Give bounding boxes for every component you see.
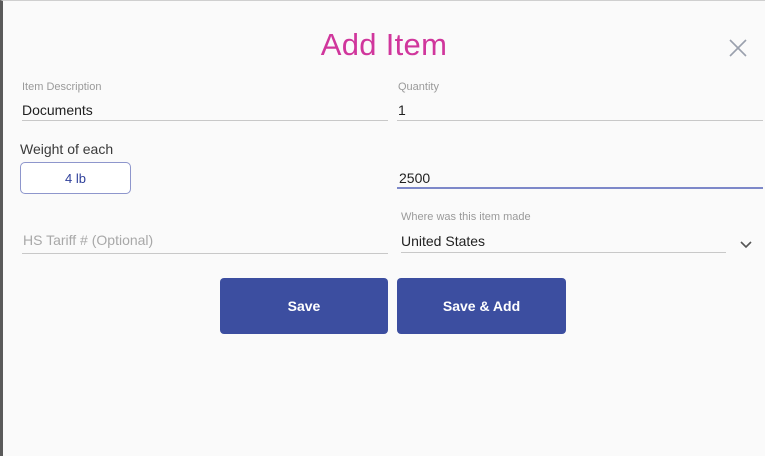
quantity-input[interactable]: 1	[398, 102, 406, 118]
quantity-label: Quantity	[398, 81, 439, 93]
dialog-title: Add Item	[320, 27, 448, 62]
origin-select[interactable]: United States	[401, 233, 485, 249]
weight-label: Weight of each	[20, 141, 114, 157]
hs-tariff-input[interactable]: HS Tariff # (Optional)	[23, 232, 153, 248]
add-item-dialog: Add Item Item Description Documents Quan…	[0, 0, 765, 456]
save-and-add-button[interactable]: Save & Add	[397, 278, 566, 334]
item-description-underline	[22, 120, 388, 121]
hs-tariff-underline	[22, 253, 388, 254]
save-button[interactable]: Save	[220, 278, 388, 334]
item-description-label: Item Description	[22, 81, 102, 93]
value-input[interactable]: 2500	[399, 170, 430, 186]
item-description-input[interactable]: Documents	[22, 102, 93, 118]
chevron-down-icon[interactable]	[740, 236, 752, 249]
close-icon[interactable]	[727, 37, 749, 59]
quantity-underline	[397, 120, 763, 121]
origin-underline	[401, 252, 726, 253]
weight-button[interactable]: 4 lb	[20, 162, 131, 194]
value-underline	[397, 187, 763, 189]
origin-label: Where was this item made	[401, 211, 531, 223]
